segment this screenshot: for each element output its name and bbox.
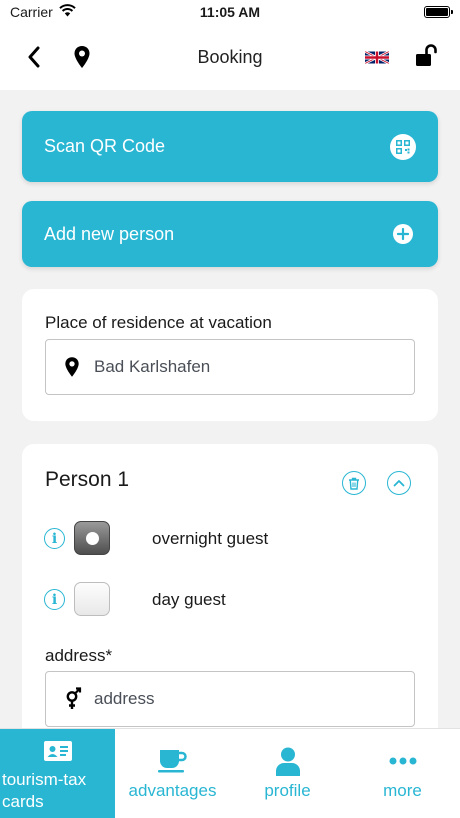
carrier-label: Carrier	[10, 4, 53, 20]
address-placeholder: address	[94, 689, 155, 708]
uk-flag-icon	[365, 51, 389, 63]
tab-label: tourism-tax cards	[2, 770, 87, 811]
scan-qr-button[interactable]: Scan QR Code	[22, 111, 438, 182]
overnight-guest-radio[interactable]	[74, 521, 110, 555]
tab-label: advantages	[128, 781, 217, 800]
tab-advantages[interactable]: advantages	[115, 729, 230, 818]
day-guest-label: day guest	[152, 590, 226, 609]
chevron-up-icon	[393, 480, 405, 487]
map-pin-icon	[74, 46, 90, 68]
language-button[interactable]	[362, 41, 392, 73]
nav-bar: Booking	[0, 24, 460, 90]
location-button[interactable]	[66, 41, 98, 73]
info-icon[interactable]: i	[44, 528, 65, 549]
tab-profile[interactable]: profile	[230, 729, 345, 818]
person-card: Person 1 i overnight guest i day guest a…	[22, 444, 438, 728]
add-person-label: Add new person	[44, 223, 175, 244]
residence-label: Place of residence at vacation	[45, 313, 272, 332]
chevron-left-icon	[28, 46, 40, 68]
info-icon[interactable]: i	[44, 589, 65, 610]
tab-label: more	[383, 781, 422, 800]
tab-bar: tourism-tax cards advantages profile mor…	[0, 728, 460, 818]
status-left: Carrier	[10, 4, 76, 20]
id-card-icon	[0, 741, 115, 761]
residence-input[interactable]: Bad Karlshafen	[45, 339, 415, 395]
plus-circle-icon	[393, 224, 413, 244]
gender-icon	[66, 687, 82, 709]
day-guest-radio[interactable]	[74, 582, 110, 616]
unlock-icon	[416, 44, 437, 66]
residence-value: Bad Karlshafen	[94, 357, 211, 376]
overnight-guest-label: overnight guest	[152, 529, 269, 548]
add-person-button[interactable]: Add new person	[22, 201, 438, 267]
map-pin-icon	[65, 357, 79, 377]
coffee-cup-icon	[115, 749, 230, 773]
person-title: Person 1	[45, 468, 130, 491]
address-label: address*	[45, 646, 113, 665]
tab-tourism-tax-cards[interactable]: tourism-tax cards	[0, 729, 115, 818]
scan-qr-label: Scan QR Code	[44, 136, 166, 156]
qr-code-icon	[390, 133, 416, 160]
trash-icon	[349, 477, 359, 490]
wifi-icon	[59, 4, 76, 20]
ellipsis-icon	[345, 757, 460, 765]
battery-icon	[424, 6, 453, 18]
tab-more[interactable]: more	[345, 729, 460, 818]
lock-button[interactable]	[410, 39, 442, 71]
residence-card: Place of residence at vacation Bad Karls…	[22, 289, 438, 421]
user-icon	[230, 747, 345, 777]
address-input[interactable]: address	[45, 671, 415, 727]
collapse-person-button[interactable]	[387, 471, 411, 495]
tab-label: profile	[264, 781, 311, 800]
content-area[interactable]: Scan QR Code Add new person Place of res…	[0, 90, 460, 728]
status-bar: Carrier 11:05 AM	[0, 0, 460, 24]
delete-person-button[interactable]	[342, 471, 366, 495]
back-button[interactable]	[18, 41, 50, 73]
